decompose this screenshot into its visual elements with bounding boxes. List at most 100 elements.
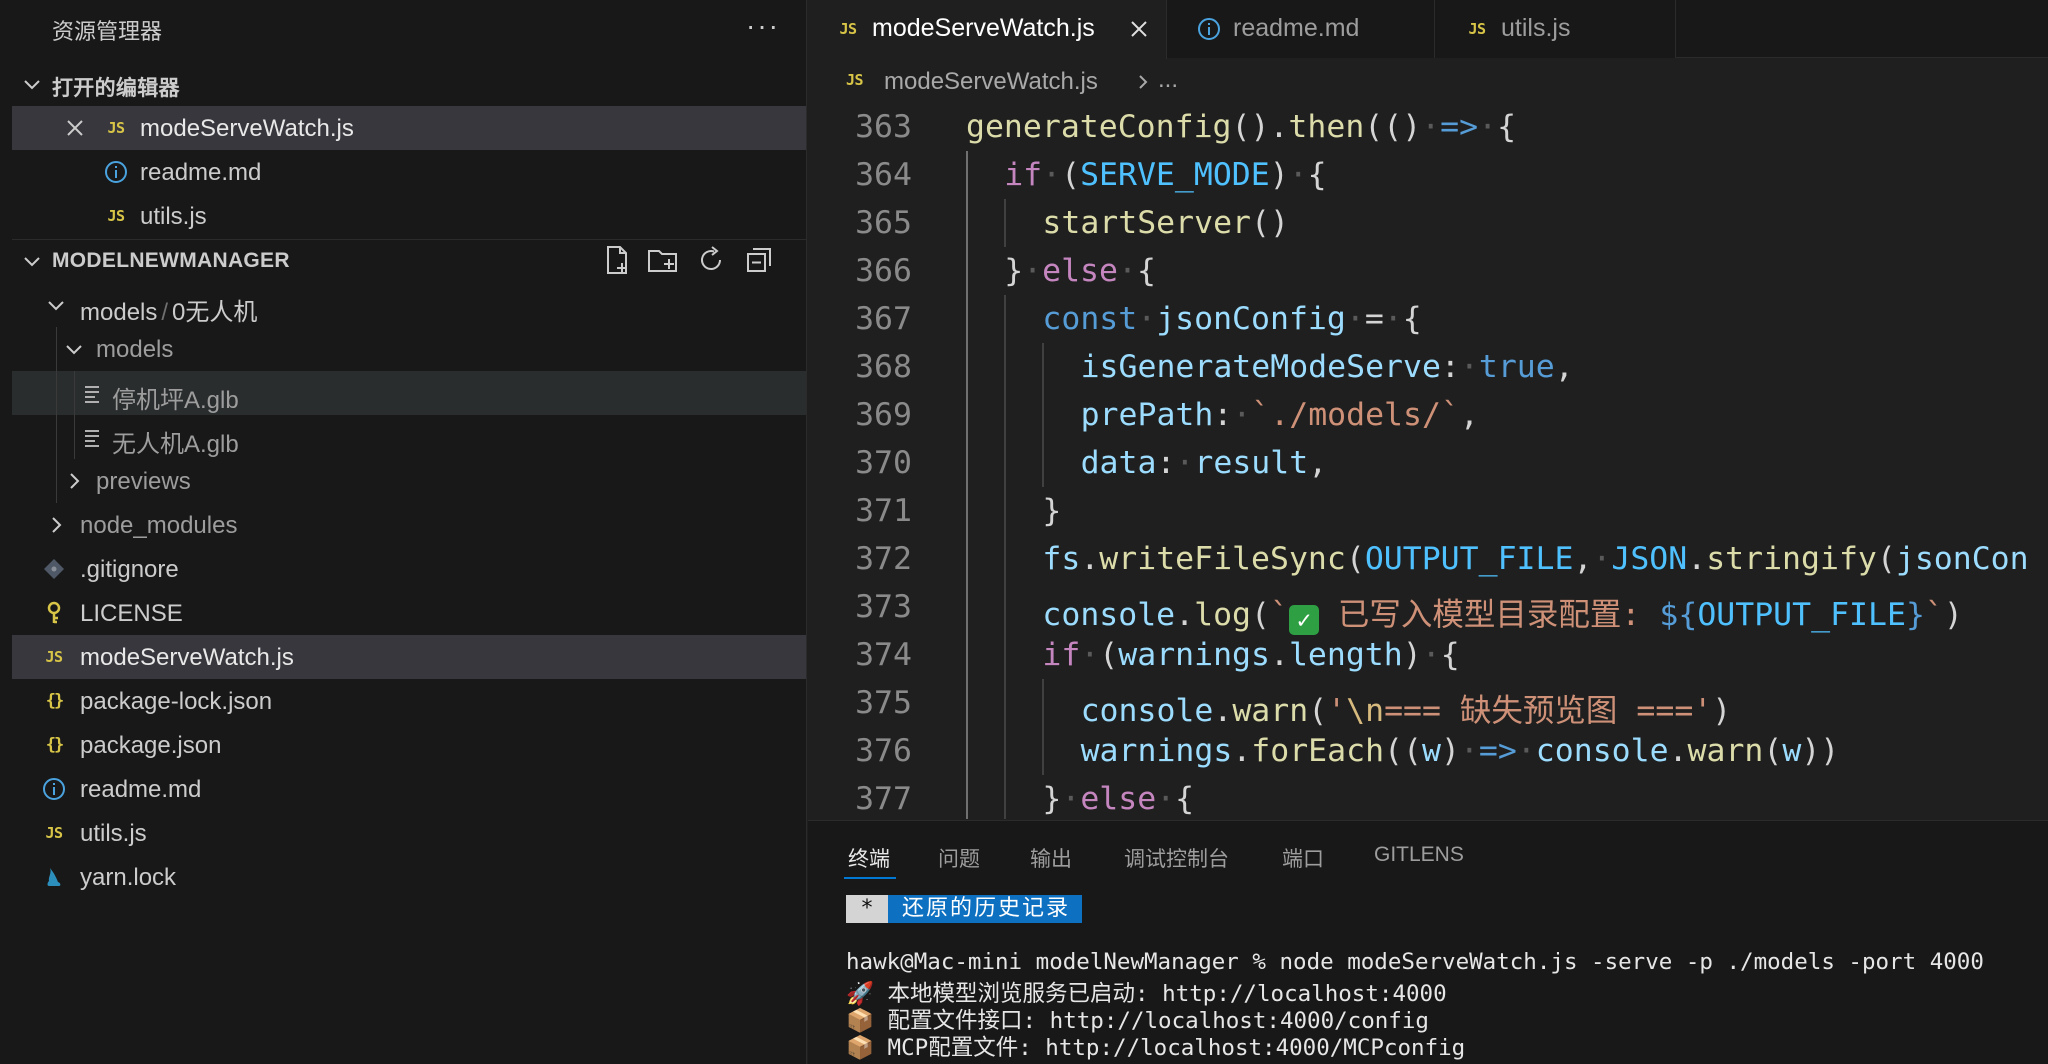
code-text: console.warn('\n=== 缺失预览图 ===') xyxy=(1081,685,1732,731)
indent-guide xyxy=(966,727,968,775)
open-editors-header[interactable]: 打开的编辑器 xyxy=(0,62,806,106)
indent-guide xyxy=(966,247,968,295)
code-token: · xyxy=(1592,541,1612,577)
file-item-package[interactable]: {} package.json xyxy=(12,723,806,767)
open-editor-item-utils[interactable]: JS utils.js xyxy=(12,194,806,238)
close-icon[interactable] xyxy=(1128,18,1150,40)
more-actions-button[interactable]: ··· xyxy=(746,10,780,42)
code-text: } xyxy=(1042,493,1061,529)
close-icon[interactable] xyxy=(64,117,86,139)
indent-guide xyxy=(1004,295,1007,343)
js-file-icon: JS xyxy=(45,824,63,842)
folder-previews[interactable]: previews xyxy=(12,459,806,503)
file-item-modeservewatch[interactable]: JS modeServeWatch.js xyxy=(12,635,806,679)
open-editor-item-readme[interactable]: readme.md xyxy=(12,150,806,194)
code-token: . xyxy=(1232,733,1252,769)
code-token: length xyxy=(1288,637,1403,673)
file-item-readme[interactable]: readme.md xyxy=(12,767,806,811)
chevron-down-icon xyxy=(24,257,40,267)
file-item-tingjiping[interactable]: 停机坪A.glb xyxy=(12,371,806,415)
file-label: LICENSE xyxy=(80,600,183,627)
code-token: => xyxy=(1478,733,1517,769)
indent-guide xyxy=(1004,583,1007,631)
breadcrumb-more[interactable]: ... xyxy=(1158,66,1178,94)
code-token: else xyxy=(1042,253,1118,289)
js-file-icon: JS xyxy=(107,119,125,137)
code-token: (). xyxy=(1231,109,1289,145)
code-token: console xyxy=(1042,597,1176,633)
indent-guide xyxy=(74,371,75,415)
code-token: warn xyxy=(1687,733,1764,769)
code-token: : xyxy=(1440,349,1460,385)
code-line: 365 startServer() xyxy=(808,199,2048,247)
refresh-icon[interactable] xyxy=(694,243,728,277)
folder-node-modules[interactable]: node_modules xyxy=(12,503,806,547)
panel-tab-ports[interactable]: 端口 xyxy=(1282,843,1324,873)
line-number: 377 xyxy=(855,781,912,817)
info-file-icon xyxy=(1198,18,1220,40)
code-token: jsonCon xyxy=(1895,541,2029,577)
new-folder-icon[interactable] xyxy=(646,243,680,277)
file-item-license[interactable]: LICENSE xyxy=(12,591,806,635)
code-token: ( xyxy=(1308,693,1328,729)
new-file-icon[interactable] xyxy=(600,243,634,277)
tab-readme[interactable]: readme.md xyxy=(1167,0,1435,58)
code-token: warn xyxy=(1232,693,1309,729)
tab-label: readme.md xyxy=(1233,14,1360,42)
code-line: 370 data:·result, xyxy=(808,439,2048,487)
code-line: 377}·else·{ xyxy=(808,775,2048,819)
explorer-title: 资源管理器 xyxy=(52,19,163,44)
collapse-all-icon[interactable] xyxy=(742,243,776,277)
code-token: (( xyxy=(1384,733,1422,769)
panel-tab-terminal[interactable]: 终端 xyxy=(848,843,890,873)
code-token: . xyxy=(1687,541,1707,577)
text-file-icon xyxy=(85,430,99,447)
code-line: 366}·else·{ xyxy=(808,247,2048,295)
panel-tab-problems[interactable]: 问题 xyxy=(938,843,980,873)
file-item-package-lock[interactable]: {} package-lock.json xyxy=(12,679,806,723)
file-label: utils.js xyxy=(80,820,147,847)
code-token: · xyxy=(1137,301,1157,337)
code-editor[interactable]: 363 generateConfig().then(()·=>·{364 if·(S… xyxy=(808,105,2048,819)
code-token: OUTPUT_FILE xyxy=(1364,541,1574,577)
indent-guide xyxy=(1004,439,1007,487)
open-editor-item-modeservewatch[interactable]: JS modeServeWatch.js xyxy=(12,106,806,150)
panel-tab-output[interactable]: 输出 xyxy=(1030,843,1072,873)
folder-models-0[interactable]: models/0无人机 xyxy=(12,283,806,327)
breadcrumb-file[interactable]: modeServeWatch.js xyxy=(884,68,1098,96)
tab-modeservewatch[interactable]: JS modeServeWatch.js xyxy=(808,0,1167,59)
code-line: 372 fs.writeFileSync(OUTPUT_FILE,·JSON.st… xyxy=(808,535,2048,583)
line-number: 369 xyxy=(855,397,912,433)
indent-guide xyxy=(1042,727,1045,775)
chevron-right-icon xyxy=(1139,75,1148,89)
folder-label: models/0无人机 xyxy=(80,292,257,327)
code-token: data xyxy=(1080,445,1157,481)
code-token: result xyxy=(1194,445,1309,481)
code-token: . xyxy=(1213,693,1233,729)
file-item-utils[interactable]: JS utils.js xyxy=(12,811,806,855)
code-token: } xyxy=(1042,493,1062,529)
panel-tab-gitlens[interactable]: GITLENS xyxy=(1374,843,1464,867)
path-separator: / xyxy=(161,299,169,326)
open-editors-label: 打开的编辑器 xyxy=(52,77,180,100)
file-item-yarn-lock[interactable]: yarn.lock xyxy=(12,855,806,899)
code-token: · xyxy=(1345,301,1365,337)
code-text: const·jsonConfig·=·{ xyxy=(1042,301,1421,337)
panel-tab-debug-console[interactable]: 调试控制台 xyxy=(1124,843,1229,873)
chevron-down-icon xyxy=(24,80,40,90)
file-item-gitignore[interactable]: .gitignore xyxy=(12,547,806,591)
indent-guide xyxy=(1042,439,1045,487)
code-token: { xyxy=(1497,109,1517,145)
indent-guide xyxy=(1004,343,1007,391)
folder-models[interactable]: models xyxy=(12,327,806,371)
folder-label: models xyxy=(96,336,174,363)
tab-utils[interactable]: JS utils.js xyxy=(1435,0,1676,58)
indent-guide xyxy=(966,439,968,487)
code-token: · xyxy=(1042,157,1062,193)
active-tab-indicator xyxy=(844,877,896,879)
file-item-wurenji[interactable]: 无人机A.glb xyxy=(12,415,806,459)
terminal-line: hawk@Mac-mini modelNewManager % node mod… xyxy=(846,949,1984,975)
code-line: 374 if·(warnings.length)·{ xyxy=(808,631,2048,679)
code-token: else xyxy=(1080,781,1157,817)
code-text: fs.writeFileSync(OUTPUT_FILE,·JSON.strin… xyxy=(1042,541,2028,577)
